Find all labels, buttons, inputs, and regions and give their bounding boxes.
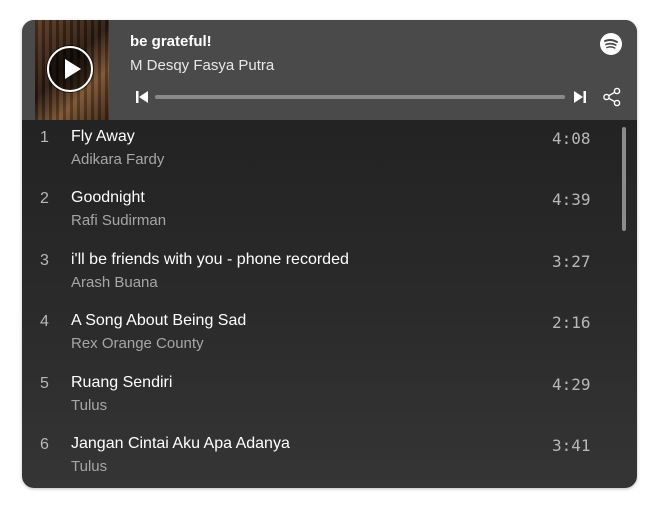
track-number: 5 [40,375,49,392]
track-row[interactable]: 3 i'll be friends with you - phone recor… [22,243,612,299]
track-name[interactable]: Fly Away [71,128,135,146]
track-name[interactable]: Goodnight [71,189,145,207]
player-header: be grateful! M Desqy Fasya Putra [22,20,637,120]
track-number: 4 [40,313,49,330]
track-duration: 4:39 [552,190,591,209]
track-duration: 2:16 [552,313,591,332]
track-duration: 3:27 [552,252,591,271]
skip-previous-button[interactable] [135,90,149,109]
track-number: 3 [40,252,49,269]
spotify-logo-icon[interactable] [600,33,622,60]
track-row[interactable]: 6 Jangan Cintai Aku Apa Adanya Tulus 3:4… [22,427,612,483]
track-name[interactable]: Jangan Cintai Aku Apa Adanya [71,435,290,453]
track-name[interactable]: Ruang Sendiri [71,374,172,392]
track-number: 6 [40,436,49,453]
track-row[interactable]: 1 Fly Away Adikara Fardy 4:08 [22,120,612,176]
track-artist[interactable]: Rex Orange County [71,335,204,352]
spotify-embed-player: be grateful! M Desqy Fasya Putra 1 Fly A… [22,20,637,488]
scrollbar[interactable] [622,127,626,231]
play-icon [47,46,93,92]
track-artist[interactable]: Tulus [71,397,107,414]
track-duration: 4:29 [552,375,591,394]
track-title[interactable]: be grateful! [130,33,212,50]
track-row[interactable]: 2 Goodnight Rafi Sudirman 4:39 [22,181,612,237]
track-row[interactable]: 5 Ruang Sendiri Tulus 4:29 [22,366,612,422]
share-button[interactable] [602,87,622,112]
progress-bar[interactable] [155,95,565,99]
track-duration: 3:41 [552,436,591,455]
track-number: 1 [40,129,49,146]
skip-next-icon [574,91,586,103]
track-artist[interactable]: Rafi Sudirman [71,212,166,229]
share-icon [603,87,621,107]
track-artist[interactable]: Arash Buana [71,274,158,291]
track-row[interactable]: 4 A Song About Being Sad Rex Orange Coun… [22,304,612,360]
track-duration: 4:08 [552,129,591,148]
track-name[interactable]: i'll be friends with you - phone recorde… [71,251,349,269]
skip-previous-icon [136,91,148,103]
track-name[interactable]: A Song About Being Sad [71,312,246,330]
play-button[interactable] [46,45,94,93]
artist-name[interactable]: M Desqy Fasya Putra [130,57,274,74]
track-artist[interactable]: Tulus [71,458,107,475]
track-artist[interactable]: Adikara Fardy [71,151,164,168]
skip-next-button[interactable] [573,90,587,109]
track-number: 2 [40,190,49,207]
